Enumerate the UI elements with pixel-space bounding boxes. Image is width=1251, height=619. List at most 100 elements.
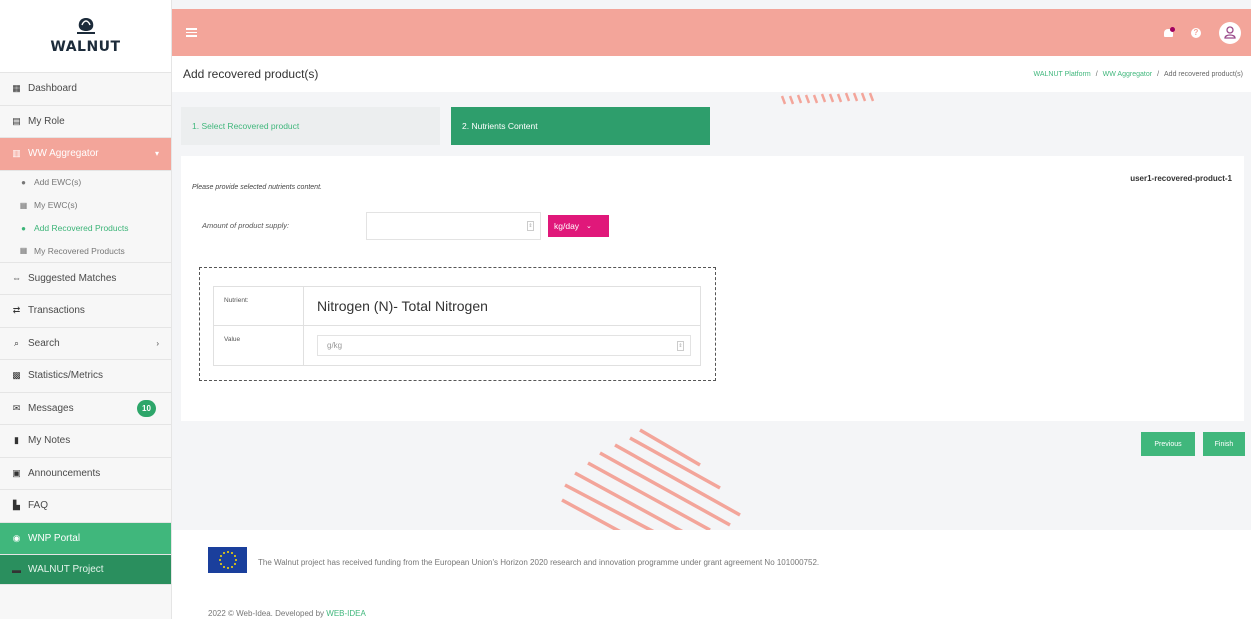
sidebar-item-search[interactable]: ⌕ Search › bbox=[0, 328, 171, 360]
walnut-logo-icon bbox=[75, 17, 97, 37]
sidebar-item-dashboard[interactable]: ▦ Dashboard bbox=[0, 73, 171, 106]
step-select-recovered-product[interactable]: 1. Select Recovered product bbox=[181, 107, 440, 145]
sidebar-item-statistics[interactable]: ▩ Statistics/Metrics bbox=[0, 360, 171, 393]
nutrient-value-input[interactable]: g/kg ⇕ bbox=[317, 335, 691, 356]
finish-button[interactable]: Finish bbox=[1203, 432, 1245, 456]
chevron-down-icon: ▾ bbox=[154, 149, 159, 159]
breadcrumb: WALNUT Platform / WW Aggregator / Add recove… bbox=[1033, 70, 1244, 78]
sidebar-item-messages[interactable]: ✉ Messages 10 bbox=[0, 393, 171, 425]
sidebar-subitem-label: My EWC(s) bbox=[34, 200, 78, 210]
help-icon[interactable]: ? bbox=[1191, 27, 1201, 38]
globe-icon: ◉ bbox=[12, 532, 21, 543]
sidebar-subitem-label: My Recovered Products bbox=[34, 245, 125, 256]
page-header: Add recovered product(s) WALNUT Platform… bbox=[172, 56, 1251, 92]
messages-count-badge: 10 bbox=[137, 399, 156, 417]
breadcrumb-link-ww-aggregator[interactable]: WW Aggregator bbox=[1103, 71, 1152, 78]
sidebar-item-label: Suggested Matches bbox=[28, 272, 117, 284]
dashboard-icon: ▦ bbox=[12, 83, 21, 94]
sidebar-item-suggested-matches[interactable]: ⇔ Suggested Matches bbox=[0, 263, 171, 295]
number-spinner-icon[interactable]: ⇕ bbox=[677, 340, 684, 351]
sidebar-item-label: Announcements bbox=[28, 467, 101, 479]
envelope-icon: ✉ bbox=[12, 402, 21, 413]
sidebar-item-wnp-portal[interactable]: ◉ WNP Portal bbox=[0, 522, 171, 555]
step-nutrients-content[interactable]: 2. Nutrients Content bbox=[451, 107, 710, 145]
sidebar-subitem-my-recovered-products[interactable]: ▦ My Recovered Products bbox=[0, 240, 171, 263]
number-spinner-icon[interactable]: ⇕ bbox=[527, 221, 534, 231]
nutrient-table: Nutrient: Nitrogen (N)- Total Nitrogen V… bbox=[213, 286, 701, 366]
nutrient-box: Nutrient: Nitrogen (N)- Total Nitrogen V… bbox=[199, 267, 716, 381]
bookmark-icon: ▮ bbox=[14, 435, 19, 446]
funding-text: The Walnut project has received funding … bbox=[258, 558, 820, 567]
breadcrumb-current: Add recovered product(s) bbox=[1164, 70, 1243, 78]
instruction-text: Please provide selected nutrients conten… bbox=[192, 184, 322, 191]
newspaper-icon: ▣ bbox=[12, 467, 21, 478]
sidebar-item-label: WNP Portal bbox=[28, 532, 81, 544]
nutrient-name: Nitrogen (N)- Total Nitrogen bbox=[317, 298, 488, 314]
sidebar-subitem-add-ewc[interactable]: ● Add EWC(s) bbox=[0, 171, 171, 194]
menu-toggle-icon[interactable] bbox=[186, 28, 197, 37]
sidebar-item-faq[interactable]: ▙ FAQ bbox=[0, 490, 171, 523]
sidebar-item-label: WALNUT Project bbox=[28, 564, 104, 575]
sidebar-item-label: Search bbox=[28, 337, 60, 349]
sidebar-subitem-label: Add Recovered Products bbox=[34, 223, 129, 233]
value-label: Value bbox=[214, 326, 304, 365]
table-row: Value g/kg ⇕ bbox=[214, 326, 700, 365]
unit-dropdown[interactable]: kg/day ⌄ bbox=[548, 215, 609, 237]
developer-link[interactable]: WEB-IDEA bbox=[326, 609, 366, 618]
user-icon bbox=[1224, 26, 1236, 39]
page-title: Add recovered product(s) bbox=[183, 67, 319, 81]
table-icon: ▦ bbox=[19, 200, 28, 210]
search-icon: ⌕ bbox=[13, 337, 20, 348]
decorative-stripes bbox=[780, 92, 875, 105]
supply-input[interactable]: ⇕ bbox=[366, 212, 541, 240]
product-tag: user1-recovered-product-1 bbox=[1130, 174, 1232, 183]
copyright: 2022 © Web-Idea. Developed by WEB-IDEA bbox=[208, 609, 366, 618]
brand-name: WALNUT bbox=[50, 39, 121, 55]
chevron-right-icon: › bbox=[156, 338, 159, 348]
sidebar-item-label: My Notes bbox=[28, 435, 71, 447]
sidebar-item-label: My Role bbox=[28, 115, 65, 127]
exchange-icon: ⇄ bbox=[12, 305, 21, 316]
user-avatar-button[interactable] bbox=[1219, 21, 1241, 44]
plus-circle-icon: ● bbox=[21, 223, 26, 233]
sidebar: WALNUT ▦ Dashboard ▤ My Role ▥ WW Aggreg… bbox=[0, 0, 172, 619]
supply-label: Amount of product supply: bbox=[202, 221, 290, 230]
sidebar-item-my-notes[interactable]: ▮ My Notes bbox=[0, 425, 171, 458]
nutrient-label: Nutrient: bbox=[214, 287, 304, 325]
plus-circle-icon: ● bbox=[21, 177, 26, 187]
sidebar-item-announcements[interactable]: ▣ Announcements bbox=[0, 458, 171, 490]
unit-dropdown-label: kg/day bbox=[554, 221, 580, 231]
sidebar-item-label: WW Aggregator bbox=[28, 148, 99, 160]
matches-icon: ⇔ bbox=[12, 273, 21, 284]
chevron-down-icon: ⌄ bbox=[586, 223, 592, 230]
sidebar-item-label: Dashboard bbox=[28, 83, 77, 95]
eu-flag-icon bbox=[208, 547, 247, 573]
sidebar-item-label: FAQ bbox=[28, 500, 49, 512]
table-icon: ▦ bbox=[19, 246, 28, 255]
sidebar-item-ww-aggregator[interactable]: ▥ WW Aggregator ▾ bbox=[0, 138, 171, 171]
notification-bell-icon[interactable] bbox=[1164, 27, 1175, 38]
sidebar-item-my-role[interactable]: ▤ My Role bbox=[0, 106, 171, 138]
decorative-stripes bbox=[561, 428, 741, 530]
chart-icon: ▩ bbox=[12, 370, 21, 381]
notification-dot bbox=[1170, 27, 1175, 32]
value-placeholder: g/kg bbox=[327, 341, 343, 350]
grid-icon: ▥ bbox=[12, 148, 21, 159]
id-card-icon: ▤ bbox=[12, 115, 21, 126]
sidebar-subitem-my-ewc[interactable]: ▦ My EWC(s) bbox=[0, 194, 171, 217]
table-row: Nutrient: Nitrogen (N)- Total Nitrogen bbox=[214, 287, 700, 326]
footer: The Walnut project has received funding … bbox=[172, 530, 1251, 619]
sidebar-item-transactions[interactable]: ⇄ Transactions bbox=[0, 295, 171, 328]
sidebar-item-label: Statistics/Metrics bbox=[28, 370, 104, 382]
nutrients-card: user1-recovered-product-1 Please provide… bbox=[181, 156, 1244, 421]
sidebar-item-label: Transactions bbox=[28, 305, 85, 317]
breadcrumb-link-platform[interactable]: WALNUT Platform bbox=[1034, 71, 1091, 78]
previous-button[interactable]: Previous bbox=[1141, 432, 1195, 456]
top-bar: ? bbox=[172, 9, 1251, 56]
sidebar-item-walnut-project[interactable]: ▬ WALNUT Project bbox=[0, 555, 171, 585]
sidebar-subitem-add-recovered-products[interactable]: ● Add Recovered Products bbox=[0, 217, 171, 240]
sidebar-subitem-label: Add EWC(s) bbox=[34, 177, 82, 187]
brand-logo[interactable]: WALNUT bbox=[0, 0, 171, 73]
book-icon: ▙ bbox=[13, 500, 20, 511]
link-icon: ▬ bbox=[12, 564, 21, 575]
